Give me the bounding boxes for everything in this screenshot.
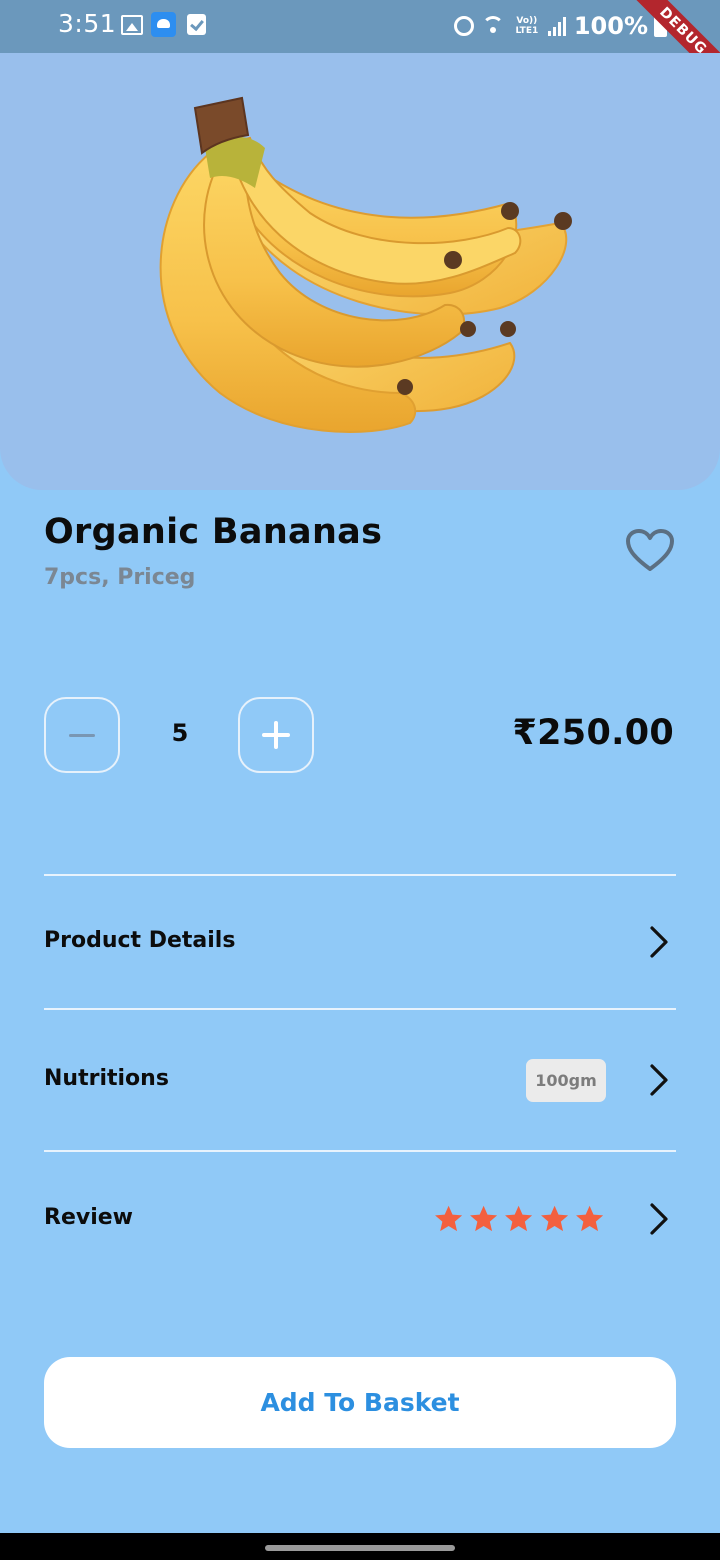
star-icon [470, 1205, 498, 1232]
status-bar: 3:51 Vo)) LTE1 100% [0, 0, 720, 53]
plus-icon [262, 721, 290, 749]
chevron-right-icon[interactable] [646, 1063, 672, 1097]
review-label[interactable]: Review [44, 1205, 133, 1230]
quantity-value: 5 [171, 719, 189, 747]
heart-outline-icon [626, 529, 674, 571]
add-to-basket-button[interactable]: Add To Basket [44, 1357, 676, 1448]
wifi-icon [481, 16, 506, 36]
star-icon [540, 1205, 568, 1232]
alarm-icon [453, 16, 474, 36]
favorite-button[interactable] [622, 524, 678, 578]
minus-icon [69, 733, 95, 737]
cloud-upload-icon [151, 12, 176, 37]
divider [44, 1150, 676, 1152]
divider [44, 1008, 676, 1010]
signal-icon [547, 16, 566, 36]
star-icon [505, 1205, 533, 1232]
product-image-card [0, 53, 720, 490]
network-type: Vo)) LTE1 [515, 16, 539, 36]
divider [44, 874, 676, 876]
star-icon [435, 1205, 463, 1232]
checkbox-icon [187, 14, 206, 35]
gallery-icon [121, 15, 143, 35]
product-title: Organic Bananas [44, 512, 383, 552]
decrement-button[interactable] [44, 697, 120, 773]
nutritions-label[interactable]: Nutritions [44, 1066, 169, 1091]
status-time: 3:51 [58, 9, 117, 38]
chevron-right-icon[interactable] [646, 1202, 672, 1236]
home-gesture-handle[interactable] [265, 1545, 455, 1551]
chevron-right-icon[interactable] [646, 925, 672, 959]
product-details-label[interactable]: Product Details [44, 928, 235, 953]
star-icon [575, 1205, 603, 1232]
product-subtitle: 7pcs, Priceg [44, 565, 196, 590]
review-stars [433, 1203, 605, 1235]
increment-button[interactable] [238, 697, 314, 773]
product-price: ₹250.00 [512, 713, 674, 753]
banana-bunch-image [159, 96, 572, 433]
battery-percentage: 100% [573, 12, 648, 40]
system-navigation-bar [0, 1533, 720, 1560]
nutrition-badge: 100gm [526, 1059, 606, 1102]
status-indicators: Vo)) LTE1 100% [453, 12, 648, 40]
